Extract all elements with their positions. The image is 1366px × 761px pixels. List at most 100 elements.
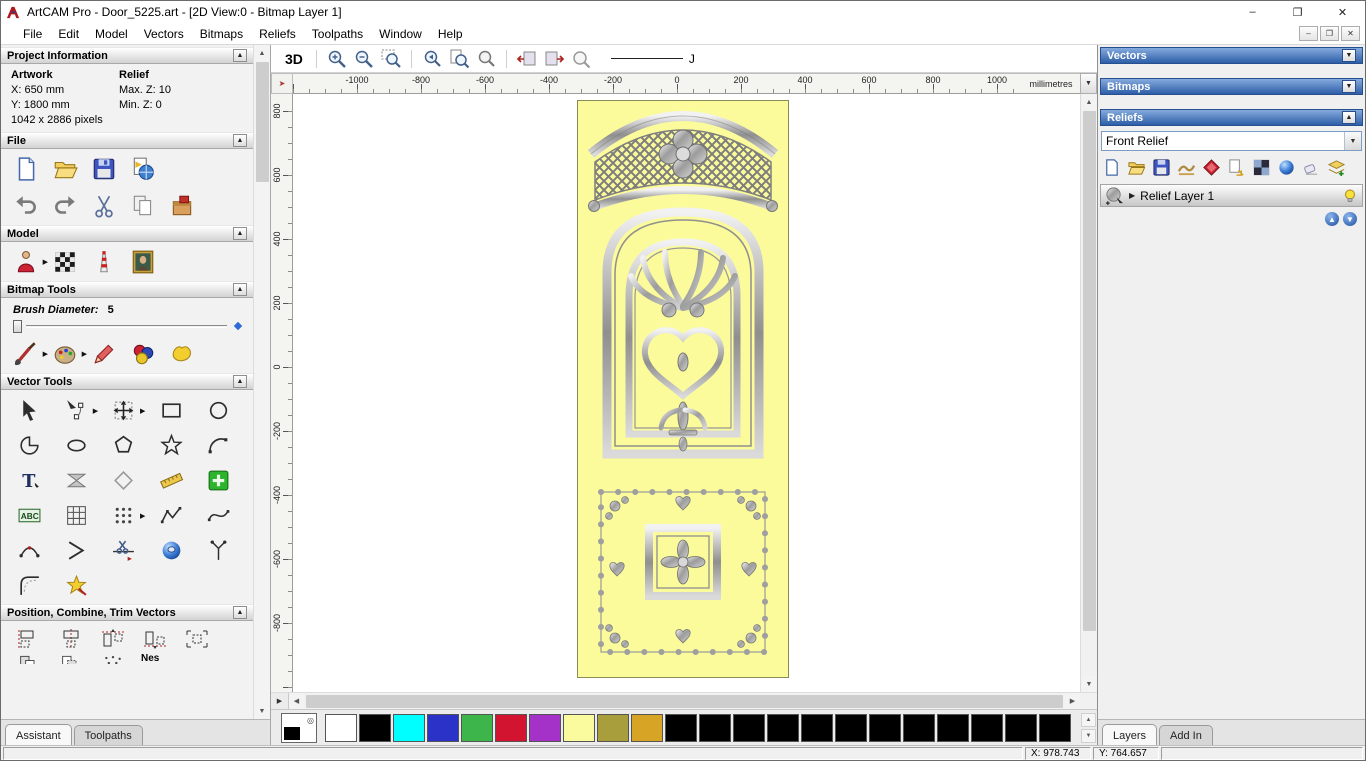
layer-visibility-bulb-icon[interactable] [1342, 188, 1358, 204]
tab-toolpaths[interactable]: Toolpaths [73, 725, 143, 745]
flyout-arrow-icon[interactable]: ▶ [140, 407, 145, 415]
bitmap-preview-icon[interactable] [52, 249, 78, 275]
magnify-tool-icon[interactable] [570, 48, 592, 70]
expand-arrow-icon[interactable]: ▼ [1342, 80, 1356, 93]
flyout-arrow-icon[interactable]: ▶ [82, 350, 87, 358]
trim-vectors-icon[interactable] [111, 538, 136, 563]
palette-swatch[interactable] [767, 713, 799, 742]
primary-secondary-colour-swatch[interactable]: ◎ [281, 712, 317, 743]
colour-palette-icon[interactable]: ▶ [52, 341, 87, 367]
zoom-box-icon[interactable] [380, 48, 402, 70]
fillet-tool-icon[interactable] [17, 573, 42, 598]
flyout-arrow-icon[interactable]: ▶ [93, 407, 98, 415]
scrollbar-thumb[interactable] [255, 62, 269, 182]
rollup-arrow-icon[interactable]: ▲ [233, 606, 247, 619]
palette-swatch[interactable] [563, 713, 595, 742]
node-editing-icon[interactable]: ▶ [64, 398, 98, 423]
node-branch-icon[interactable] [206, 538, 231, 563]
paste-icon[interactable] [130, 193, 156, 219]
scroll-down-icon[interactable]: ▼ [1081, 676, 1097, 692]
menu-item[interactable]: Vectors [136, 24, 192, 44]
close-button[interactable]: ✕ [1320, 1, 1365, 23]
flyout-arrow-icon[interactable]: ▶ [140, 512, 145, 520]
palette-swatch[interactable] [801, 713, 833, 742]
palette-scroll-down-icon[interactable]: ▼ [1081, 728, 1096, 743]
smooth-relief-icon[interactable] [1177, 158, 1196, 177]
section-header-bitmap-tools[interactable]: Bitmap Tools ▲ [1, 281, 253, 298]
move-layer-up-icon[interactable]: ▲ [1325, 212, 1339, 226]
draw-pencil-icon[interactable] [91, 341, 117, 367]
link-colours-icon[interactable]: ◎ [307, 716, 314, 725]
create-pie-icon[interactable] [17, 433, 42, 458]
create-polygon-icon[interactable] [111, 433, 136, 458]
section-header-project-information[interactable]: Project Information ▲ [1, 47, 253, 64]
mdi-close-button[interactable]: ✕ [1341, 26, 1360, 41]
move-layer-down-icon[interactable]: ▼ [1343, 212, 1357, 226]
menu-item[interactable]: Window [371, 24, 430, 44]
section-header-position-combine-trim[interactable]: Position, Combine, Trim Vectors ▲ [1, 604, 253, 621]
new-model-icon[interactable] [13, 156, 39, 182]
units-dropdown-icon[interactable]: ▼ [1080, 73, 1097, 94]
menu-item[interactable]: Model [87, 24, 136, 44]
palette-swatch[interactable] [325, 713, 357, 742]
palette-swatch[interactable] [1039, 713, 1071, 742]
palette-swatch[interactable] [597, 713, 629, 742]
cut-icon[interactable] [91, 193, 117, 219]
assistant-scrollbar[interactable]: ▲ ▼ [253, 45, 270, 719]
menu-item[interactable]: Reliefs [251, 24, 304, 44]
align-left-icon[interactable] [15, 627, 43, 651]
flood-fill-icon[interactable] [169, 341, 195, 367]
menu-item[interactable]: Toolpaths [304, 24, 371, 44]
menu-item[interactable]: Edit [50, 24, 87, 44]
star-wizard-icon[interactable] [64, 573, 89, 598]
door-relief-artwork[interactable] [577, 100, 789, 678]
palette-swatch[interactable] [529, 713, 561, 742]
align-bottom-icon[interactable] [141, 627, 169, 651]
tab-assistant[interactable]: Assistant [5, 724, 72, 745]
section-header-vector-tools[interactable]: Vector Tools ▲ [1, 373, 253, 390]
zoom-in-icon[interactable] [326, 48, 348, 70]
block-array-icon[interactable] [64, 503, 89, 528]
layer-thumbnail-icon[interactable] [1105, 186, 1124, 205]
undo-icon[interactable] [13, 193, 39, 219]
create-circle-icon[interactable] [206, 398, 231, 423]
menu-item[interactable]: File [15, 24, 50, 44]
save-relief-icon[interactable] [1152, 158, 1171, 177]
relief-layer-row[interactable]: ▶ Relief Layer 1 [1100, 184, 1363, 207]
palette-swatch[interactable] [359, 713, 391, 742]
add-layer-icon[interactable] [1327, 158, 1346, 177]
slider-handle[interactable] [13, 319, 22, 333]
combine-weld-icon[interactable] [15, 653, 43, 664]
rollup-arrow-icon[interactable]: ▲ [233, 283, 247, 296]
canvas-horizontal-scrollbar[interactable]: ▶ ◀ ▶ [271, 692, 1097, 709]
view-3d-button[interactable]: 3D [281, 50, 307, 68]
offset-3d-icon[interactable] [159, 538, 184, 563]
redo-icon[interactable] [52, 193, 78, 219]
pan-left-icon[interactable] [516, 48, 538, 70]
palette-swatch[interactable] [393, 713, 425, 742]
menu-item[interactable]: Bitmaps [192, 24, 251, 44]
brush-diameter-slider[interactable] [1, 316, 253, 334]
picture-model-icon[interactable] [130, 249, 156, 275]
fit-curve-icon[interactable] [206, 503, 231, 528]
splitter-toggle-icon[interactable]: ▶ [271, 693, 289, 709]
create-diamond-icon[interactable] [111, 468, 136, 493]
join-vectors-icon[interactable] [64, 538, 89, 563]
palette-swatch[interactable] [665, 713, 697, 742]
scroll-right-icon[interactable]: ▶ [1065, 693, 1080, 709]
rollup-arrow-icon[interactable]: ▲ [233, 227, 247, 240]
rollup-arrow-icon[interactable]: ▲ [233, 49, 247, 62]
rollup-arrow-icon[interactable]: ▲ [233, 375, 247, 388]
create-rectangle-icon[interactable] [159, 398, 184, 423]
scrollbar-thumb[interactable] [306, 694, 1063, 708]
scroll-down-icon[interactable]: ▼ [254, 703, 270, 719]
zoom-out-icon[interactable] [353, 48, 375, 70]
palette-swatch[interactable] [427, 713, 459, 742]
minimize-button[interactable]: – [1230, 1, 1275, 23]
zoom-previous-icon[interactable] [421, 48, 443, 70]
drawing-canvas[interactable] [293, 94, 1080, 692]
section-header-model[interactable]: Model ▲ [1, 225, 253, 242]
palette-swatch[interactable] [835, 713, 867, 742]
transform-vectors-icon[interactable]: ▶ [111, 398, 145, 423]
tab-add-in[interactable]: Add In [1159, 725, 1213, 745]
